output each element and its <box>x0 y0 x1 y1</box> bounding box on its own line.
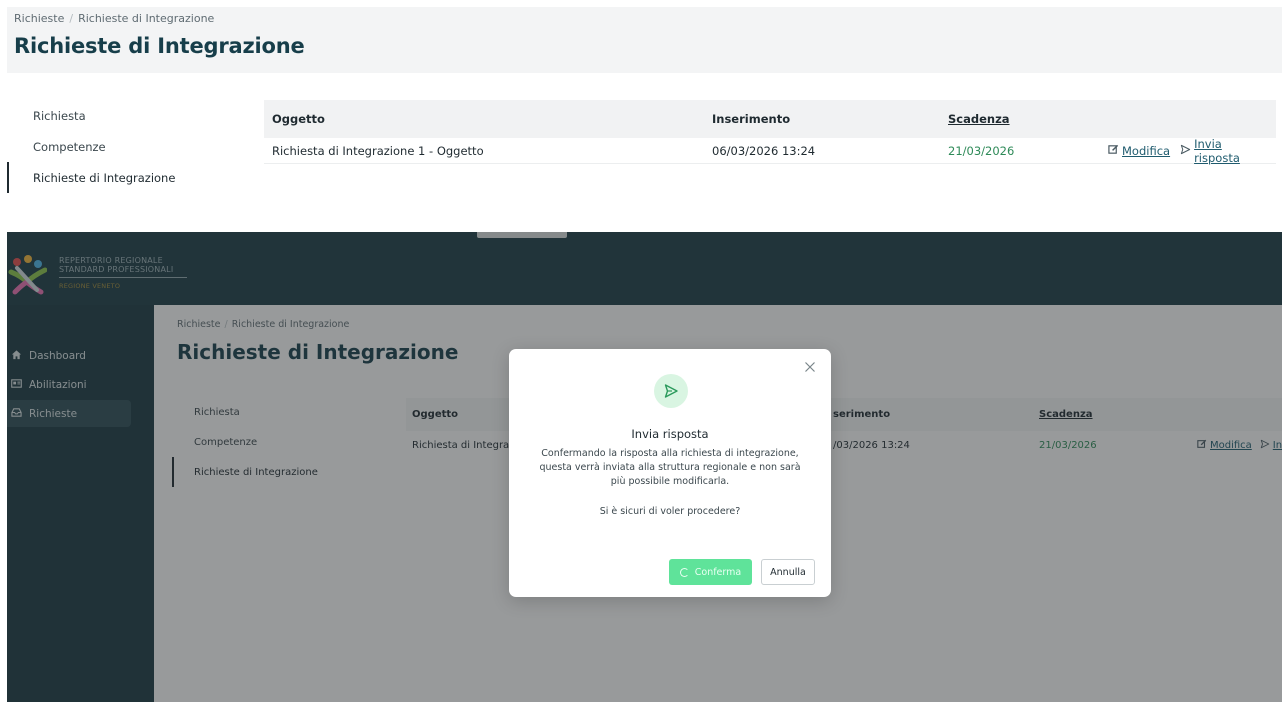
annulla-button[interactable]: Annulla <box>761 559 815 585</box>
header-oggetto: Oggetto <box>272 112 325 126</box>
modal-title: Invia risposta <box>631 427 709 441</box>
table-row: Richiesta di Integrazione 1 - Oggetto 06… <box>264 137 1276 165</box>
send-icon <box>1180 144 1191 158</box>
cell-scadenza: 21/03/2026 <box>948 143 1015 158</box>
cell-oggetto: Richiesta di Integrazione 1 - Oggetto <box>272 143 484 158</box>
header-scadenza-sort[interactable]: Scadenza <box>948 112 1108 126</box>
page-header: Richieste / Richieste di Integrazione Rich… <box>7 7 1282 73</box>
table-header: Oggetto Inserimento Scadenza <box>264 100 1276 138</box>
modifica-label: Modifica <box>1122 143 1171 158</box>
modal-message: Confermando la risposta alla richiesta d… <box>539 448 801 487</box>
page-title: Richieste di Integrazione <box>14 34 305 58</box>
loading-spinner-icon <box>679 567 689 577</box>
send-icon <box>654 374 688 408</box>
close-icon[interactable] <box>801 359 819 377</box>
edit-icon <box>1108 144 1119 158</box>
invia-risposta-modal: Invia risposta Confermando la risposta a… <box>509 349 831 597</box>
section-nav: Richiesta Competenze Richieste di Integr… <box>7 100 257 193</box>
invia-risposta-label: Invia risposta <box>1194 136 1240 165</box>
breadcrumb-item-richieste[interactable]: Richieste <box>14 12 64 25</box>
invia-risposta-link[interactable]: Invia risposta <box>1180 137 1270 165</box>
header-inserimento: Inserimento <box>712 112 791 126</box>
breadcrumb: Richieste / Richieste di Integrazione <box>14 12 214 25</box>
cell-inserimento: 06/03/2026 13:24 <box>712 143 816 158</box>
breadcrumb-item-current: Richieste di Integrazione <box>78 12 215 25</box>
integration-requests-table: Oggetto Inserimento Scadenza Richiesta d… <box>264 100 1276 165</box>
zoomed-panel: Richieste / Richieste di Integrazione Rich… <box>0 0 1282 212</box>
nav-item-richiesta[interactable]: Richiesta <box>7 100 257 131</box>
nav-item-richieste-integrazione[interactable]: Richieste di Integrazione <box>7 162 257 193</box>
nav-item-competenze[interactable]: Competenze <box>7 131 257 162</box>
conferma-button[interactable]: Conferma <box>669 559 752 585</box>
modifica-link[interactable]: Modifica <box>1108 137 1170 165</box>
conferma-label: Conferma <box>694 566 742 578</box>
row-actions: Modifica Invia risposta <box>1108 137 1276 165</box>
modal-question: Si è sicuri di voler procedere? <box>599 506 741 517</box>
breadcrumb-separator: / <box>69 12 74 25</box>
app-window: REPERTORIO REGIONALE STANDARD PROFESSION… <box>7 232 1282 702</box>
